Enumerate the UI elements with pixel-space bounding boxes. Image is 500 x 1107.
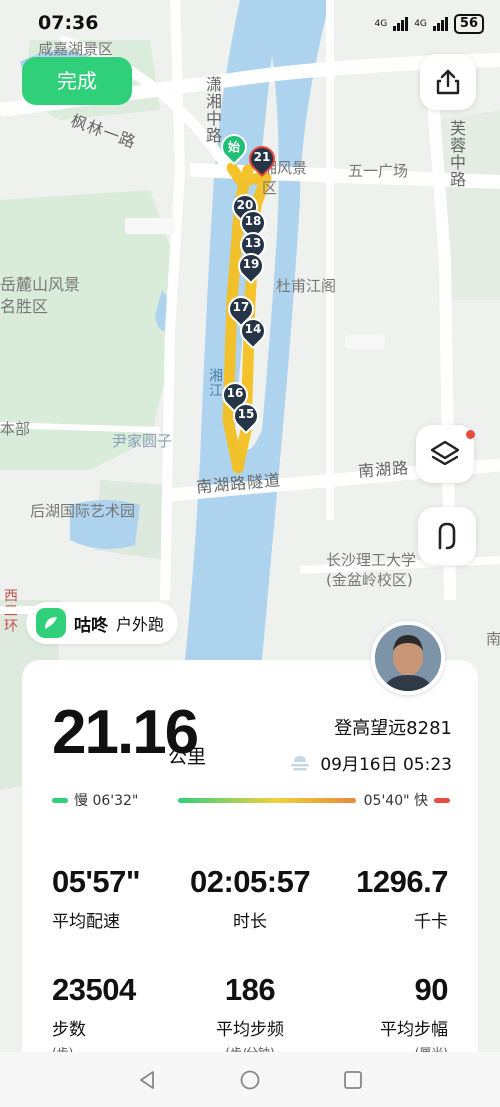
stat-duration: 02:05:57 时长 [190, 864, 311, 933]
stat-value: 23504 [52, 972, 136, 1007]
pace-gradient-bar [178, 798, 356, 803]
map-label-benbu: 本部 [0, 420, 31, 438]
map-label-furong: 芙蓉中路 [447, 120, 466, 188]
map-label-west: 西二环 [2, 588, 18, 633]
pace-fast-label: 05'40" 快 [363, 793, 428, 809]
recent-icon[interactable] [342, 1069, 364, 1091]
layers-icon [430, 440, 460, 466]
pace-slow-label: 慢 06'32" [74, 793, 139, 809]
map-label-dunan: 杜甫江阁 [276, 277, 337, 295]
pace-legend: 慢 06'32" 05'40" 快 [52, 790, 450, 812]
map-label-houhu: 后湖国际艺术园 [30, 502, 136, 520]
stat-value: 1296.7 [356, 864, 448, 899]
avatar-image [375, 625, 441, 691]
stat-steps: 23504 步数 (步) [52, 973, 136, 1061]
map-marker-end[interactable]: 21 [243, 140, 281, 178]
stat-label: 千卡 [414, 912, 448, 932]
stat-label: 平均步幅 [380, 1020, 448, 1040]
weather-icon [291, 755, 310, 770]
signal-icon [393, 17, 409, 31]
stat-label: 平均步频 [216, 1020, 284, 1040]
status-time: 07:36 [38, 12, 99, 34]
status-bar: 07:36 4G 4G 56 [0, 0, 500, 48]
status-indicators: 4G 4G 56 [374, 14, 484, 34]
pace-fast-swatch [434, 798, 450, 803]
user-avatar[interactable] [371, 621, 445, 695]
share-icon [436, 69, 460, 95]
user-name: 登高望远8281 [334, 718, 452, 739]
stat-value: 186 [224, 972, 276, 1007]
map-marker-start[interactable]: 始 [215, 128, 253, 166]
network-type-2: 4G [414, 19, 427, 29]
system-nav-bar [0, 1052, 500, 1107]
stat-label: 步数 [52, 1020, 86, 1040]
network-type-1: 4G [374, 19, 388, 29]
route-toggle-button[interactable] [418, 507, 476, 565]
stat-value: 90 [414, 972, 449, 1007]
stat-avg-pace: 05'57" 平均配速 [52, 864, 141, 933]
map-label-wuyi: 五一广场 [348, 162, 409, 180]
stat-label: 平均配速 [52, 912, 120, 932]
activity-type: 户外跑 [116, 615, 165, 634]
map-label-nanhu: 南湖路 [357, 458, 410, 481]
signal-icon [432, 17, 448, 31]
pace-slow-swatch [52, 798, 68, 803]
run-date-row: 09月16日 05:23 [288, 750, 452, 775]
home-icon[interactable] [239, 1069, 261, 1091]
map-label-nan: 南 [486, 630, 500, 648]
stat-value: 02:05:57 [190, 864, 311, 899]
run-summary-card: 21.16 公里 登高望远8281 09月16日 05:23 慢 06'32" … [22, 660, 478, 1060]
map-label-yinjia: 尹家圆子 [112, 432, 173, 450]
app-brand-pill: 咕咚 户外跑 [26, 602, 179, 644]
brand-name: 咕咚 [74, 615, 108, 636]
map-marker-km[interactable]: 15 [227, 397, 265, 435]
map-label-yuelu: 岳麓山风景名胜区 [0, 275, 81, 316]
stat-stride: 90 平均步幅 (厘米) [380, 972, 449, 1061]
distance-unit: 公里 [168, 746, 207, 768]
share-button[interactable] [420, 54, 476, 110]
codoon-logo-icon [36, 608, 66, 638]
map-marker-km[interactable]: 19 [232, 247, 270, 285]
stat-value: 05'57" [52, 864, 141, 899]
notification-dot [466, 430, 475, 439]
done-button[interactable]: 完成 [22, 57, 132, 105]
stat-cadence: 186 平均步频 (步/分钟) [190, 973, 310, 1061]
route-icon [438, 522, 456, 550]
stat-label: 时长 [233, 912, 267, 932]
stat-calories: 1296.7 千卡 [356, 864, 448, 933]
run-date: 09月16日 05:23 [320, 755, 452, 775]
back-icon[interactable] [136, 1069, 158, 1091]
map-marker-km[interactable]: 14 [234, 312, 272, 350]
battery-indicator: 56 [453, 14, 484, 34]
